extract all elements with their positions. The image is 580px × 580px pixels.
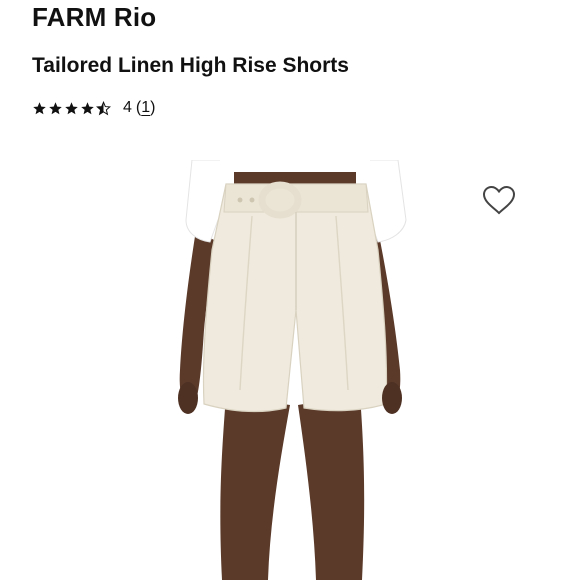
star-half-icon — [96, 100, 111, 115]
brand-name[interactable]: FARM Rio — [32, 0, 156, 34]
star-full-icon — [49, 101, 62, 114]
review-count-link[interactable]: 1 — [141, 99, 150, 117]
star-full-icon — [65, 101, 78, 114]
product-photo — [130, 160, 470, 580]
product-image[interactable] — [130, 160, 470, 580]
wishlist-button[interactable] — [480, 182, 518, 218]
rating-value: 4 — [123, 99, 132, 116]
rating-row: 4 (1) — [32, 96, 155, 120]
star-rating — [32, 100, 111, 116]
star-full-icon — [81, 101, 94, 114]
star-full-icon — [33, 101, 46, 114]
review-count-close: ) — [150, 99, 156, 116]
heart-icon — [482, 185, 516, 215]
product-title: Tailored Linen High Rise Shorts — [32, 54, 349, 77]
